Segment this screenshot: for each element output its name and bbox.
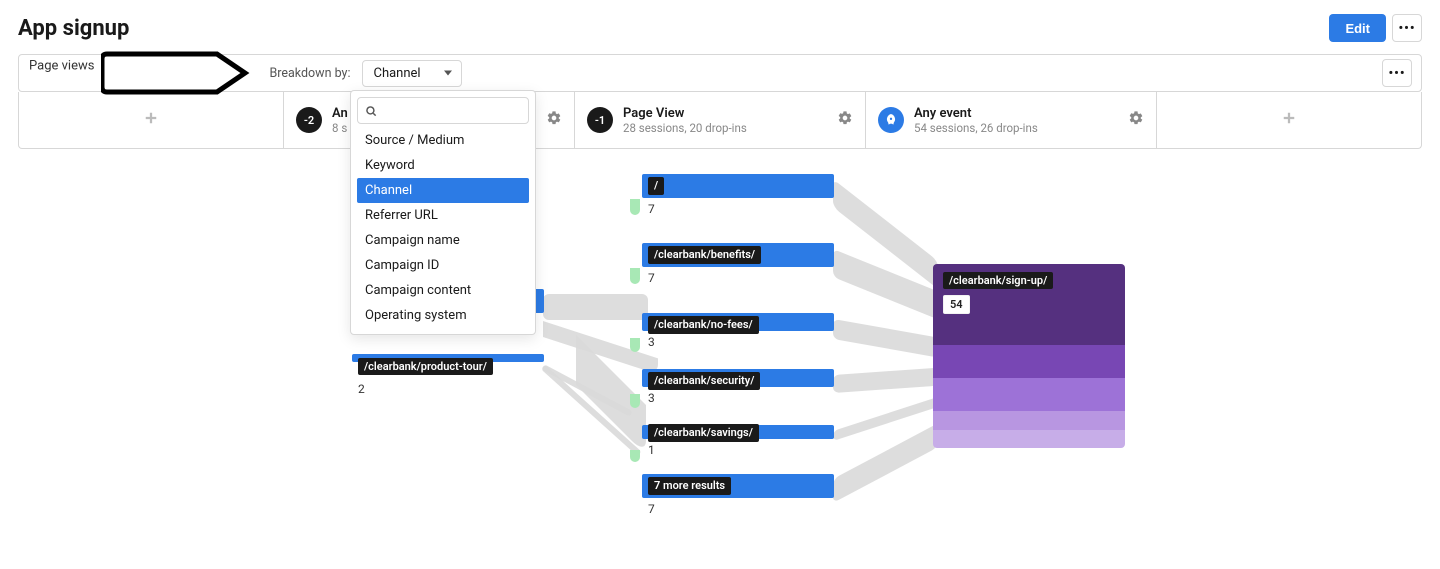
step-any-event[interactable]: Any event 54 sessions, 26 drop-ins: [866, 92, 1157, 148]
header-more-button[interactable]: •••: [1392, 14, 1422, 42]
toolbar: Page views Breakdown by: Channel •••: [18, 54, 1422, 92]
sankey-link: [833, 319, 938, 358]
step-settings-button[interactable]: [546, 110, 562, 130]
dropdown-item-channel[interactable]: Channel: [357, 178, 529, 203]
node-label: 7 more results: [648, 477, 731, 495]
step-settings-button[interactable]: [837, 110, 853, 130]
dropdown-search[interactable]: [357, 97, 529, 124]
toolbar-more-button[interactable]: •••: [1382, 59, 1412, 87]
step-badge: -1: [587, 107, 613, 133]
node-count: 7: [648, 502, 834, 516]
node-count: 1: [648, 443, 834, 457]
step-settings-button[interactable]: [1128, 110, 1144, 130]
node-count: 3: [648, 391, 834, 405]
edit-button[interactable]: Edit: [1329, 14, 1386, 42]
step-title: An: [332, 106, 348, 121]
step-subtitle: 8 s: [332, 121, 348, 135]
destination-label: /clearbank/sign-up/: [943, 272, 1053, 289]
steps-row: -2 An 8 s -1 Page View 28 sessions, 20 d…: [18, 92, 1422, 149]
dropdown-item-source-medium[interactable]: Source / Medium: [357, 128, 529, 153]
dropdown-item-campaign-name[interactable]: Campaign name: [357, 228, 529, 253]
node-count: 7: [648, 271, 834, 285]
step-title: Page View: [623, 106, 747, 121]
funnel-node-more[interactable]: 7 more results 7: [642, 474, 834, 516]
step-subtitle: 28 sessions, 20 drop-ins: [623, 121, 747, 135]
node-label: /clearbank/product-tour/: [358, 358, 493, 375]
breakdown-select[interactable]: Channel: [362, 60, 462, 87]
drop-in-indicator: [630, 199, 640, 215]
dropdown-search-input[interactable]: [384, 102, 522, 119]
funnel-node[interactable]: /clearbank/product-tour/ 2: [352, 354, 544, 396]
step-minus-1[interactable]: -1 Page View 28 sessions, 20 drop-ins: [575, 92, 866, 148]
funnel-node[interactable]: /clearbank/no-fees/ 3: [642, 313, 834, 349]
funnel-node[interactable]: /clearbank/savings/ 1: [642, 425, 834, 457]
drop-in-indicator: [630, 268, 640, 284]
drop-in-indicator: [630, 338, 640, 352]
destination-node[interactable]: /clearbank/sign-up/ 54: [933, 264, 1125, 448]
destination-count: 54: [943, 295, 970, 314]
node-label: /clearbank/no-fees/: [648, 316, 759, 334]
breakdown-select-value: Channel: [373, 66, 420, 81]
node-label: /clearbank/security/: [648, 372, 760, 390]
funnel-node[interactable]: / 7: [642, 174, 834, 216]
plus-icon: [142, 109, 160, 131]
node-count: 2: [358, 382, 544, 396]
node-label: /clearbank/savings/: [648, 424, 759, 442]
funnel-canvas: / 6 /clearbank/product-tour/ 2 / 7 /clea…: [18, 149, 1422, 569]
step-badge: -2: [296, 107, 322, 133]
search-icon: [364, 104, 378, 118]
breakdown-label: Breakdown by:: [269, 66, 350, 81]
rocket-icon: [878, 107, 904, 133]
plus-icon: [1280, 109, 1298, 131]
node-label: /: [648, 177, 664, 195]
more-icon: •••: [1388, 66, 1405, 81]
dropdown-item-referrer-url[interactable]: Referrer URL: [357, 203, 529, 228]
drop-in-indicator: [630, 450, 640, 462]
page-views-label: Page views: [29, 58, 94, 73]
add-step-left[interactable]: [19, 92, 284, 148]
node-count: 3: [648, 335, 834, 349]
drop-in-indicator: [630, 394, 640, 408]
breakdown-dropdown[interactable]: Source / Medium Keyword Channel Referrer…: [350, 90, 536, 335]
add-step-right[interactable]: [1157, 92, 1421, 148]
node-count: 7: [648, 202, 834, 216]
dropdown-item-operating-system[interactable]: Operating system: [357, 303, 529, 328]
node-label: /clearbank/benefits/: [648, 246, 761, 264]
more-icon: •••: [1398, 21, 1415, 36]
dropdown-item-campaign-id[interactable]: Campaign ID: [357, 253, 529, 278]
funnel-node[interactable]: /clearbank/benefits/ 7: [642, 243, 834, 285]
sankey-link: [833, 368, 938, 393]
step-subtitle: 54 sessions, 26 drop-ins: [914, 121, 1038, 135]
dropdown-item-campaign-content[interactable]: Campaign content: [357, 278, 529, 303]
tag-shape-annotation: [101, 50, 251, 96]
funnel-node[interactable]: /clearbank/security/ 3: [642, 369, 834, 405]
dropdown-item-keyword[interactable]: Keyword: [357, 153, 529, 178]
step-title: Any event: [914, 106, 1038, 121]
page-title: App signup: [18, 16, 129, 41]
sankey-link: [543, 294, 648, 320]
